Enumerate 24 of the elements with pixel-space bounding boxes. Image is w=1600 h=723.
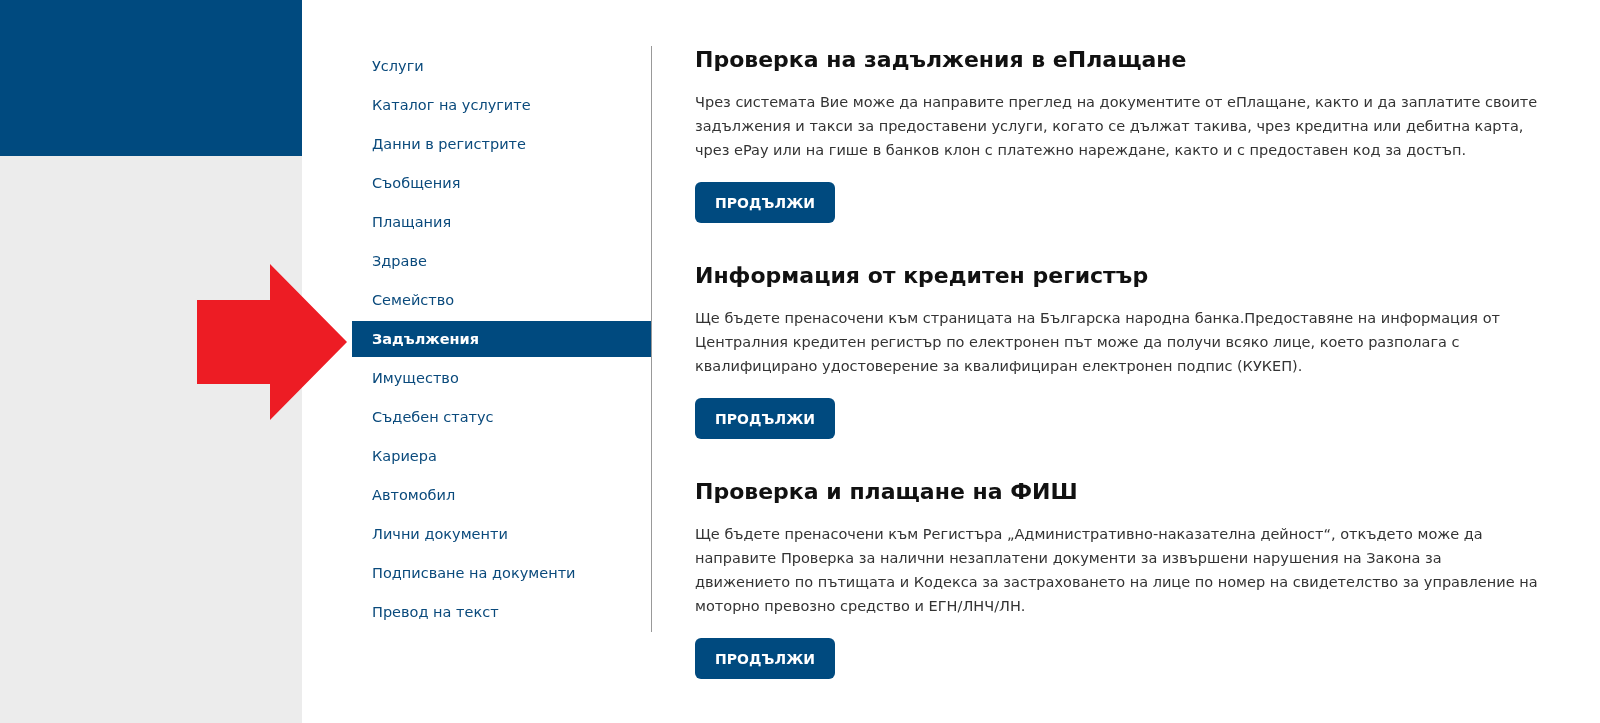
continue-button[interactable]: ПРОДЪЛЖИ xyxy=(695,638,835,679)
section-description: Чрез системата Вие може да направите преглед на документите от еПлащане, както и да заплатите своите задължения и такси за предоставени услуги, когато се дължат такива, чрез кредитна или дебитна карта, чрез ePay или на гише в банков клон с платежно нареждане, както и с предоставен код за достъп. xyxy=(695,93,1539,160)
sidebar-item[interactable]: Услуги xyxy=(352,48,651,84)
sidebar-item[interactable]: Семейство xyxy=(352,282,651,318)
sidebar-item[interactable]: Превод на текст xyxy=(352,594,651,630)
sidebar-item[interactable]: Задължения xyxy=(352,321,651,357)
sidebar-item[interactable]: Имущество xyxy=(352,360,651,396)
section-description: Ще бъдете пренасочени към Регистъра „Административно-наказателна дейност“, откъдето може да направите Проверка за налични незаплатени документи за извършени нарушения на Закона за движението по пътищата и Кодекса за застраховането на лице по номер на свидетелство за управление на моторно превозно средство и ЕГН/ЛНЧ/ЛН. xyxy=(695,525,1539,616)
sidebar-item[interactable]: Каталог на услугите xyxy=(352,87,651,123)
sidebar-item[interactable]: Плащания xyxy=(352,204,651,240)
section-title: Информация от кредитен регистър xyxy=(695,262,1150,290)
continue-button[interactable]: ПРОДЪЛЖИ xyxy=(695,182,835,223)
section-description: Ще бъдете пренасочени към страницата на Българска народна банка.Предоставяне на информация от Централния кредитен регистър по електронен път може да получи всяко лице, което разполага с квалифицирано удостоверение за квалифициран електронен подпис (КУКЕП). xyxy=(695,309,1501,376)
sidebar-item[interactable]: Кариера xyxy=(352,438,651,474)
continue-button[interactable]: ПРОДЪЛЖИ xyxy=(695,398,835,439)
section-title: Проверка и плащане на ФИШ xyxy=(695,478,1079,506)
sidebar-item[interactable]: Автомобил xyxy=(352,477,651,513)
sidebar-item[interactable]: Данни в регистрите xyxy=(352,126,651,162)
sidebar-item[interactable]: Подписване на документи xyxy=(352,555,651,591)
sidebar-item[interactable]: Съдебен статус xyxy=(352,399,651,435)
sidebar-item[interactable]: Здраве xyxy=(352,243,651,279)
sidebar-item[interactable]: Съобщения xyxy=(352,165,651,201)
sidebar-item[interactable]: Лични документи xyxy=(352,516,651,552)
section-title: Проверка на задължения в еПлащане xyxy=(695,46,1188,74)
